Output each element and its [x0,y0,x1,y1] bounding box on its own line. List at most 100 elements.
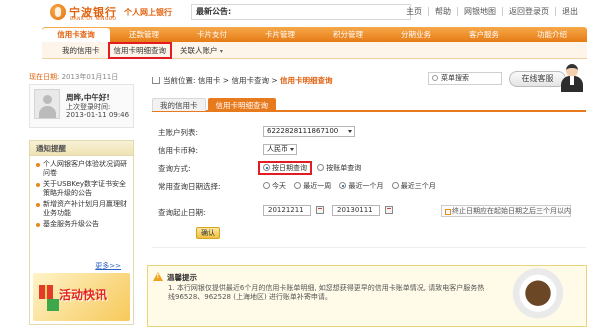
promo-text: 活动快讯 [59,288,108,302]
currency-select[interactable]: 人民币 [263,144,297,155]
currency-value: 人民币 [267,145,288,153]
search-icon [432,75,438,81]
method-row: 查询方式: 按日期查询 按账单查询 [152,158,586,176]
period-3month-radio[interactable]: 最近三个月 [391,182,436,190]
calendar-icon[interactable] [385,206,393,214]
chevron-down-icon [348,130,352,133]
content-tabs: 我的信用卡 信用卡明细查询 [152,98,586,112]
notice-item[interactable]: 新增资产补计划月月赢理财业务功能 [34,200,130,218]
confirm-button[interactable]: 确认 [196,227,220,239]
account-row: 主账户列表: 6222828111867100 [152,122,586,140]
header: 宁波银行 BANK OF NINGBO 个人网上银行 最新公告: 主页 帮助 网… [0,0,600,26]
period-month-label: 最近一个月 [348,182,384,190]
date-value: 2013年01月11日 [61,73,119,81]
tab-my-card[interactable]: 我的信用卡 [152,98,206,111]
range-row: 查询起止日期: 20121211 20130111 终止日期应在起始日期之后三个… [152,202,586,220]
back-to-login-link[interactable]: 返回登录页 [503,7,556,16]
menu-search-text: 菜单搜索 [441,74,469,82]
tips-title: 温馨提示 [167,273,197,282]
portal-name: 个人网上银行 [124,8,172,17]
currency-row: 信用卡币种: 人民币 [152,140,586,158]
radio-icon [391,182,399,189]
by-date-label: 按日期查询 [272,164,307,172]
account-value: 6222828111867100 [267,127,339,135]
breadcrumb-path: 当前位置: 信用卡 > 信用卡查询 > [163,76,281,85]
period-today-radio[interactable]: 今天 [263,182,286,190]
by-statement-label: 按账单查询 [326,164,362,172]
nav-customer-service[interactable]: 客户服务 [450,27,518,42]
agent-body [561,76,583,92]
top-links: 主页 帮助 网银地图 返回登录页 退出 [400,7,584,16]
coffee-cup-icon [510,268,566,324]
subnav-card-detail-query[interactable]: 信用卡明细查询 [107,41,172,59]
bank-name-en: BANK OF NINGBO [70,17,117,22]
radio-checked-icon [339,182,347,189]
radio-icon [317,164,325,171]
current-date: 现在日期: 2013年01月11日 [29,72,134,82]
menu-search-input[interactable]: 菜单搜索 [428,72,502,85]
notices-title: 通知提醒 [30,141,133,156]
tips-panel: 温馨提示 1. 本行网银仅提供最近6个月的信用卡账单明细, 如您想获得更早的信用… [147,265,587,327]
promo-banner[interactable]: 活动快讯 [33,273,130,321]
nav-card-management[interactable]: 卡片管理 [246,27,314,42]
date-range-hint: 终止日期应在起始日期之后三个月以内 [441,205,571,217]
bank-logo-icon[interactable] [50,4,66,20]
sub-nav: 我的信用卡 信用卡明细查询 关联人账户 ▾ [42,41,587,59]
start-date-input[interactable]: 20121211 [263,205,311,216]
subnav-linked-accounts[interactable]: 关联人账户 ▾ [180,45,223,56]
user-info: 周晔,中午好! 上次登录时间: 2013-01-11 09:46 [29,84,134,128]
tab-card-detail-query[interactable]: 信用卡明细查询 [207,98,276,111]
period-today-label: 今天 [272,182,286,190]
more-notices-link[interactable]: 更多>> [95,261,121,271]
period-week-radio[interactable]: 最近一周 [294,182,331,190]
subnav-my-card[interactable]: 我的信用卡 [62,45,100,56]
notice-item[interactable]: 个人网银客户体验状况调研问卷 [34,160,130,178]
notice-item[interactable]: 关于USBKey数字证书安全策略升级的公告 [34,180,130,198]
main-nav: 信用卡查询 还款管理 卡片支付 卡片管理 积分管理 分期业务 客户服务 功能介绍 [42,27,587,42]
gift-box-icon [47,299,59,311]
latest-notice-bar[interactable]: 最新公告: [191,4,411,20]
by-statement-radio[interactable]: 按账单查询 [317,164,361,172]
nav-card-payment[interactable]: 卡片支付 [178,27,246,42]
account-label: 主账户列表: [158,128,199,137]
breadcrumb: 当前位置: 信用卡 > 信用卡查询 > 信用卡明细查询 [152,75,333,86]
notice-list: 个人网银客户体验状况调研问卷 关于USBKey数字证书安全策略升级的公告 新增资… [30,156,133,229]
radio-icon [263,182,270,189]
end-date-input[interactable]: 20130111 [332,205,380,216]
period-row: 常用查询日期选择: 今天 最近一周 最近一个月 最近三个月 [152,176,586,200]
notice-label: 最新公告: [196,7,232,16]
notices-panel: 通知提醒 个人网银客户体验状况调研问卷 关于USBKey数字证书安全策略升级的公… [29,140,134,325]
method-label: 查询方式: [158,164,191,173]
notice-item[interactable]: 基金服务升级公告 [34,220,130,229]
home-icon [152,77,160,84]
nav-features[interactable]: 功能介绍 [518,27,586,42]
avatar [34,89,60,119]
period-options: 今天 最近一周 最近一个月 最近三个月 [263,181,442,191]
tips-text: 1. 本行网银仅提供最近6个月的信用卡账单明细, 如您想获得更早的信用卡账单情况… [168,284,485,301]
breadcrumb-current: 信用卡明细查询 [280,76,333,85]
nav-credit-card-query[interactable]: 信用卡查询 [42,28,110,42]
method-options: 按日期查询 按账单查询 [258,161,367,175]
period-week-label: 最近一周 [303,182,332,190]
chevron-down-icon [290,148,294,151]
currency-label: 信用卡币种: [158,146,199,155]
service-agent-icon [556,62,586,94]
radio-checked-icon [263,164,270,171]
help-link[interactable]: 帮助 [429,7,458,16]
date-label: 现在日期: [29,73,60,81]
period-3month-label: 最近三个月 [400,182,436,190]
period-label: 常用查询日期选择: [158,182,221,191]
by-date-radio[interactable]: 按日期查询 [258,161,312,175]
site-map-link[interactable]: 网银地图 [458,7,503,16]
range-label: 查询起止日期: [158,208,206,217]
logout-link[interactable]: 退出 [556,7,584,16]
nav-installment[interactable]: 分期业务 [382,27,450,42]
radio-icon [294,182,302,189]
nav-points[interactable]: 积分管理 [314,27,382,42]
nav-repayment[interactable]: 还款管理 [110,27,178,42]
calendar-icon[interactable] [316,206,324,214]
warning-icon [153,272,163,281]
period-month-radio[interactable]: 最近一个月 [339,182,383,190]
home-link[interactable]: 主页 [400,7,429,16]
account-select[interactable]: 6222828111867100 [263,126,355,137]
